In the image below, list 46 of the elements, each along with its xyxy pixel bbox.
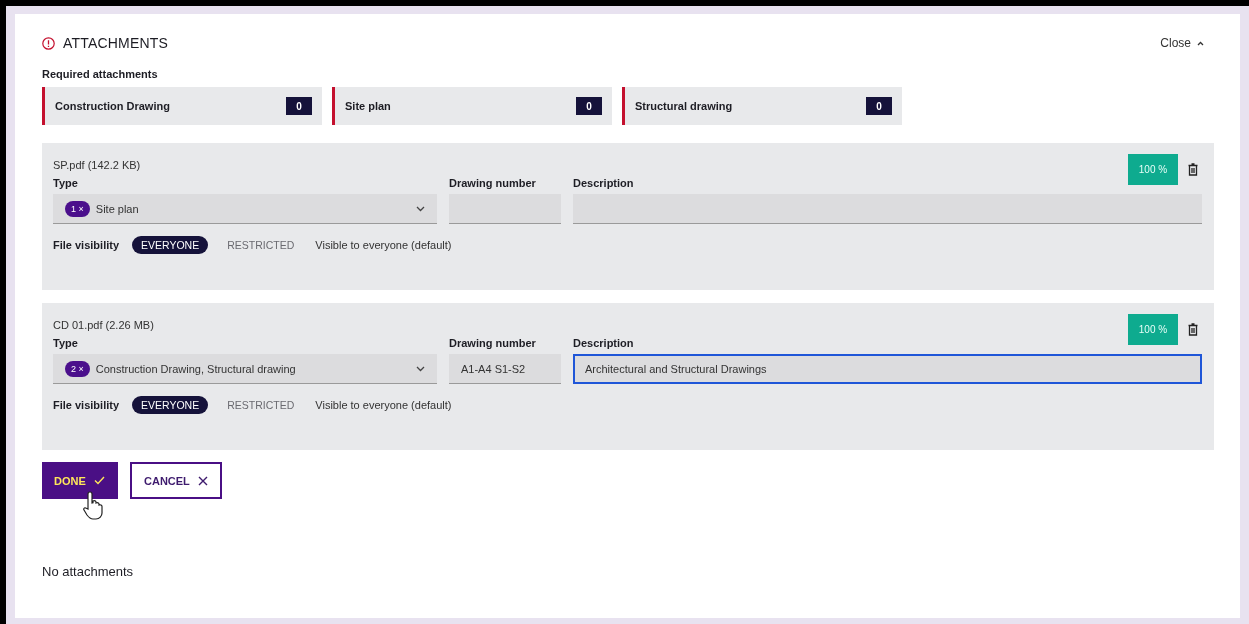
chevron-up-icon bbox=[1197, 40, 1204, 46]
checkmark-icon bbox=[93, 476, 105, 485]
drawing-number-field[interactable]: A1-A4 S1-S2 bbox=[449, 354, 561, 384]
drawing-number-field[interactable] bbox=[449, 194, 561, 224]
description-label: Description bbox=[573, 177, 635, 189]
attachment-type-name: Construction Drawing bbox=[55, 100, 170, 112]
trash-icon[interactable] bbox=[1188, 163, 1198, 176]
upload-progress-badge: 100 % bbox=[1128, 154, 1178, 185]
file-visibility-label: File visibility bbox=[53, 239, 120, 251]
empty-message: No attachments bbox=[42, 564, 135, 579]
drawing-number-label: Drawing number bbox=[449, 337, 537, 349]
type-select[interactable]: 1 × Site plan bbox=[53, 194, 437, 224]
attachment-type-name: Structural drawing bbox=[635, 100, 733, 112]
close-button[interactable]: Close bbox=[1160, 36, 1204, 50]
done-button[interactable]: DONE bbox=[42, 462, 118, 499]
file-name: SP.pdf (142.2 KB) bbox=[53, 159, 141, 171]
visibility-option[interactable]: RESTRICTED bbox=[218, 236, 304, 254]
count-badge: 0 bbox=[866, 97, 892, 115]
alert-icon bbox=[42, 36, 55, 50]
visibility-option[interactable]: EVERYONE bbox=[132, 236, 209, 254]
upload-progress-badge: 100 % bbox=[1128, 314, 1178, 345]
type-select[interactable]: 2 × Construction Drawing, Structural drawing bbox=[53, 354, 437, 384]
count-badge: 0 bbox=[286, 97, 312, 115]
description-field[interactable]: Architectural and Structural Drawings bbox=[573, 354, 1202, 384]
selected-count-chip[interactable]: 2 × bbox=[65, 360, 90, 377]
section-title: ATTACHMENTS bbox=[63, 35, 169, 51]
visibility-option[interactable]: RESTRICTED bbox=[218, 396, 304, 414]
file-visibility-label: File visibility bbox=[53, 399, 120, 411]
drawing-number-label: Drawing number bbox=[449, 177, 537, 189]
close-icon bbox=[197, 475, 208, 486]
chevron-down-icon bbox=[416, 365, 425, 372]
attachment-type-name: Site plan bbox=[345, 100, 391, 112]
chevron-down-icon bbox=[416, 205, 425, 212]
description-label: Description bbox=[573, 337, 635, 349]
visibility-note: Visible to everyone (default) bbox=[315, 239, 452, 251]
type-label: Type bbox=[53, 177, 79, 189]
type-label: Type bbox=[53, 337, 79, 349]
required-attachments-label: Required attachments bbox=[42, 68, 159, 80]
selected-count-chip[interactable]: 1 × bbox=[65, 200, 90, 217]
visibility-option[interactable]: EVERYONE bbox=[132, 396, 209, 414]
visibility-note: Visible to everyone (default) bbox=[315, 399, 452, 411]
trash-icon[interactable] bbox=[1188, 323, 1198, 336]
file-name: CD 01.pdf (2.26 MB) bbox=[53, 319, 154, 331]
count-badge: 0 bbox=[576, 97, 602, 115]
cancel-button[interactable]: CANCEL bbox=[130, 462, 222, 499]
description-field[interactable] bbox=[573, 194, 1202, 224]
